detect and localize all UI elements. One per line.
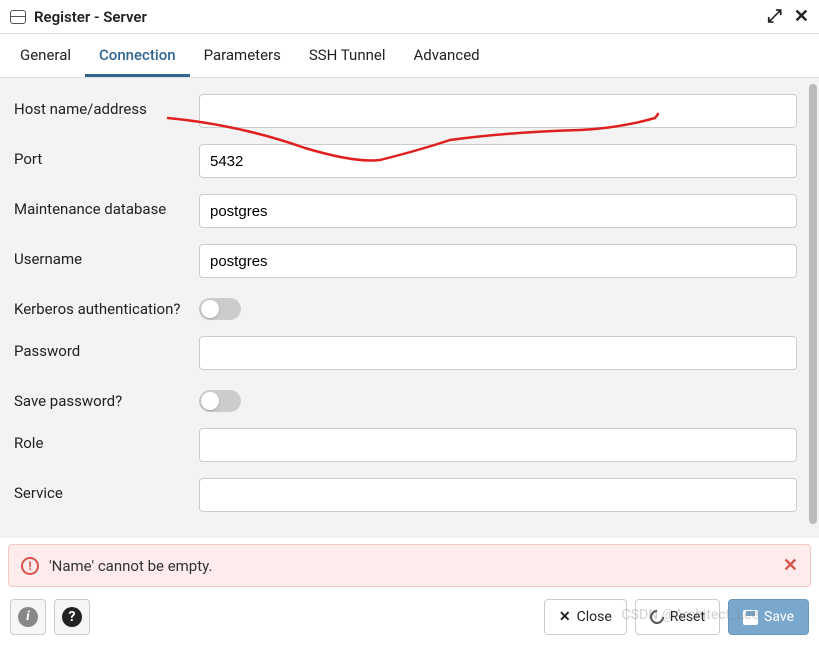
username-label: Username <box>14 244 199 268</box>
reset-button[interactable]: Reset <box>635 599 720 635</box>
close-icon[interactable]: ✕ <box>794 6 809 27</box>
error-alert: ! 'Name' cannot be empty. ✕ <box>8 544 811 587</box>
maintenance-db-input[interactable] <box>199 194 797 228</box>
port-label: Port <box>14 144 199 168</box>
role-input[interactable] <box>199 428 797 462</box>
save-button-label: Save <box>764 609 794 625</box>
kerberos-toggle[interactable] <box>199 298 241 320</box>
kerberos-label: Kerberos authentication? <box>14 294 199 318</box>
password-input[interactable] <box>199 336 797 370</box>
save-button[interactable]: Save <box>728 599 809 635</box>
save-icon <box>743 610 758 625</box>
server-icon <box>10 10 26 24</box>
tab-parameters[interactable]: Parameters <box>190 34 295 77</box>
maximize-icon[interactable]: ⤢ <box>768 6 782 27</box>
help-icon: ? <box>62 607 82 627</box>
dialog-title: Register - Server <box>34 8 756 26</box>
form-body: Host name/address Port Maintenance datab… <box>0 78 819 538</box>
x-icon: ✕ <box>559 609 571 625</box>
tab-general[interactable]: General <box>6 34 85 77</box>
tab-connection[interactable]: Connection <box>85 34 190 77</box>
password-label: Password <box>14 336 199 360</box>
dialog-footer: i ? ✕ Close Reset Save CSDN @Architect_L… <box>0 589 819 641</box>
close-button[interactable]: ✕ Close <box>544 599 627 635</box>
service-input[interactable] <box>199 478 797 512</box>
tab-ssh-tunnel[interactable]: SSH Tunnel <box>295 34 400 77</box>
alert-message: 'Name' cannot be empty. <box>49 557 783 575</box>
host-label: Host name/address <box>14 94 199 118</box>
info-icon: i <box>18 607 38 627</box>
reset-button-label: Reset <box>670 609 705 625</box>
maintenance-db-label: Maintenance database <box>14 194 199 218</box>
save-password-label: Save password? <box>14 386 199 410</box>
tab-bar: General Connection Parameters SSH Tunnel… <box>0 34 819 78</box>
role-label: Role <box>14 428 199 452</box>
scrollbar[interactable] <box>809 84 817 524</box>
dialog-header: Register - Server ⤢ ✕ <box>0 0 819 34</box>
service-label: Service <box>14 478 199 502</box>
tab-advanced[interactable]: Advanced <box>400 34 494 77</box>
alert-icon: ! <box>21 557 39 575</box>
help-button[interactable]: ? <box>54 599 90 635</box>
username-input[interactable] <box>199 244 797 278</box>
close-button-label: Close <box>577 609 612 625</box>
reset-icon <box>647 607 667 627</box>
alert-close-icon[interactable]: ✕ <box>783 555 798 576</box>
info-button[interactable]: i <box>10 599 46 635</box>
port-input[interactable] <box>199 144 797 178</box>
save-password-toggle[interactable] <box>199 390 241 412</box>
host-input[interactable] <box>199 94 797 128</box>
